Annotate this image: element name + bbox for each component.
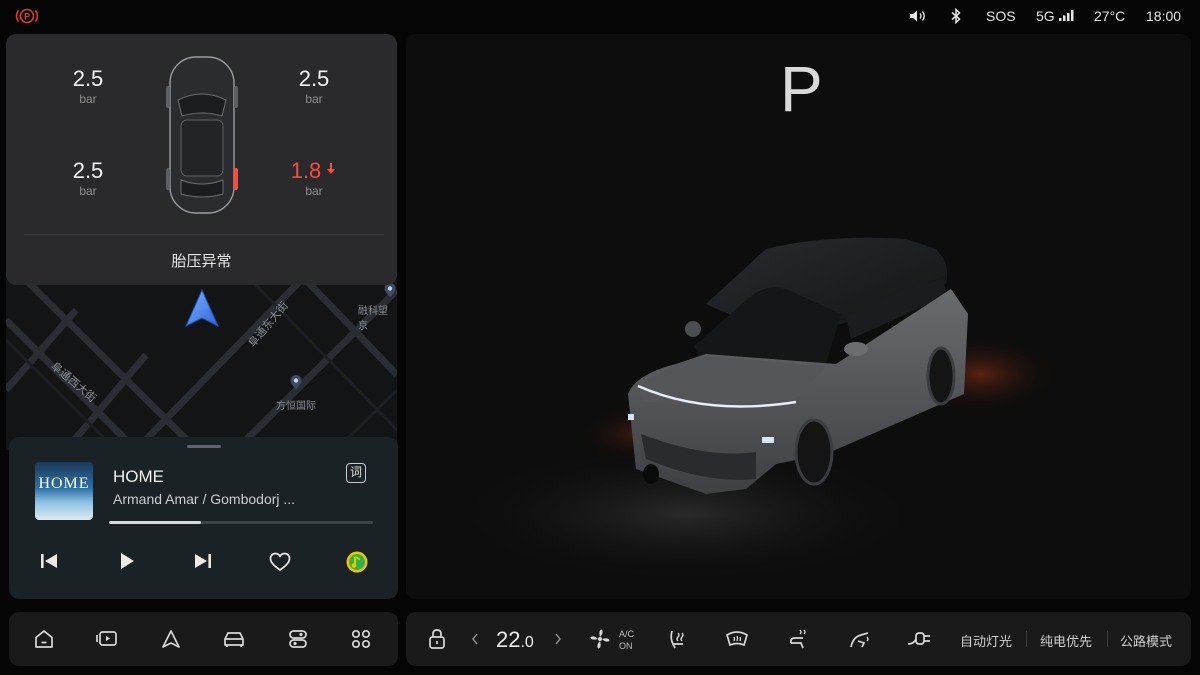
navigation-map[interactable]: 阜通西大街 阜通东大街 方恒国际 融科望京 xyxy=(6,280,397,450)
parking-brake-icon: P xyxy=(15,8,39,24)
outside-temperature: 27°C xyxy=(1094,8,1126,24)
tire-pressure-value: 1.8 xyxy=(290,158,322,183)
all-apps-icon[interactable] xyxy=(350,628,372,650)
ac-label: A/C xyxy=(619,629,635,639)
lock-icon[interactable] xyxy=(427,628,447,650)
ev-priority-button[interactable]: 纯电优先 xyxy=(1040,631,1092,650)
cabin-temperature[interactable]: 22.0 xyxy=(496,627,534,653)
auto-lights-button[interactable]: 自动灯光 xyxy=(960,631,1012,650)
temperature-increase-icon[interactable] xyxy=(553,632,563,646)
tire-rear-right: 1.8 bar xyxy=(274,158,354,198)
tire-pressure-value: 2.5 xyxy=(72,158,104,183)
previous-track-icon[interactable] xyxy=(39,552,59,570)
navigation-icon[interactable] xyxy=(160,628,182,650)
track-title: HOME xyxy=(113,467,164,486)
album-art-title: HOME xyxy=(38,475,90,492)
clock: 18:00 xyxy=(1146,8,1182,24)
tire-status-text: 胎压异常 xyxy=(171,253,232,270)
sos-label[interactable]: SOS xyxy=(986,8,1016,24)
next-track-icon[interactable] xyxy=(193,552,213,570)
volume-icon[interactable] xyxy=(909,9,927,23)
poi-label[interactable]: 融科望京 xyxy=(358,302,397,332)
progress-track[interactable] xyxy=(109,521,373,524)
tire-front-left: 2.5 bar xyxy=(48,66,128,106)
media-icon[interactable] xyxy=(95,629,119,649)
tire-pressure-value-row: 1.8 xyxy=(274,158,354,184)
controls-toggle-icon[interactable] xyxy=(287,628,309,650)
music-app-icon[interactable] xyxy=(346,551,368,573)
road-mode-button[interactable]: 公路模式 xyxy=(1120,631,1172,650)
tire-pressure-unit: bar xyxy=(79,184,97,198)
fan-icon[interactable] xyxy=(588,627,612,651)
pressure-drop-arrow-icon xyxy=(327,163,336,174)
climate-bar: 22.0 A/C ON 自动灯光 纯电优先 公路模式 xyxy=(406,612,1191,666)
vehicle-render xyxy=(446,237,1061,584)
tire-pressure-value: 2.5 xyxy=(72,66,104,91)
poi-pin-icon xyxy=(290,375,302,389)
signal-strength-icon xyxy=(1059,10,1074,21)
tire-front-right: 2.5 bar xyxy=(274,66,354,106)
network-label: 5G xyxy=(1036,8,1055,24)
tire-pressure-value: 2.5 xyxy=(298,66,330,91)
temperature-integer: 22 xyxy=(496,627,521,652)
progress-fill xyxy=(109,521,202,524)
vehicle-3d-view[interactable]: P xyxy=(406,34,1191,599)
tire-pressure-card[interactable]: 2.5 bar 2.5 bar 2.5 bar 1.8 bar 胎压异常 xyxy=(6,34,397,285)
bluetooth-icon[interactable] xyxy=(950,8,962,24)
seat-ventilation-icon[interactable] xyxy=(666,628,690,650)
play-icon[interactable] xyxy=(117,551,137,571)
temperature-decimal: .0 xyxy=(520,634,534,651)
app-dock xyxy=(9,612,398,666)
poi-label[interactable]: 方恒国际 xyxy=(276,397,316,412)
svg-text:P: P xyxy=(24,12,30,22)
ac-state: ON xyxy=(619,641,633,651)
lyrics-button[interactable]: 词 xyxy=(346,463,366,483)
windshield-defrost-icon[interactable] xyxy=(724,629,750,649)
favorite-heart-icon[interactable] xyxy=(269,552,291,572)
home-icon[interactable] xyxy=(33,629,55,649)
ac-status[interactable]: A/C ON xyxy=(619,628,634,652)
status-bar: P SOS 5G 27°C 18:00 xyxy=(0,0,1200,32)
album-art[interactable]: HOME xyxy=(35,462,93,520)
drag-handle[interactable] xyxy=(187,445,221,448)
divider xyxy=(24,234,384,235)
divider xyxy=(1026,631,1027,647)
navigation-arrow-icon xyxy=(184,288,220,328)
tire-pressure-unit: bar xyxy=(79,92,97,106)
tire-rear-left: 2.5 bar xyxy=(48,158,128,198)
tire-pressure-unit: bar xyxy=(305,92,323,106)
vehicle-icon[interactable] xyxy=(222,629,246,649)
tire-pressure-unit: bar xyxy=(305,184,323,198)
track-artist: Armand Amar / Gombodorj ... xyxy=(113,491,296,507)
music-player-card[interactable]: HOME HOME Armand Amar / Gombodorj ... 词 xyxy=(9,437,398,599)
divider xyxy=(1107,631,1108,647)
temperature-decrease-icon[interactable] xyxy=(470,632,480,646)
lyrics-label: 词 xyxy=(349,465,362,479)
charging-plug-icon[interactable] xyxy=(906,628,936,650)
steering-wheel-heat-icon[interactable] xyxy=(847,627,873,651)
seat-heating-icon[interactable] xyxy=(786,627,810,651)
car-top-view-icon xyxy=(166,56,238,214)
